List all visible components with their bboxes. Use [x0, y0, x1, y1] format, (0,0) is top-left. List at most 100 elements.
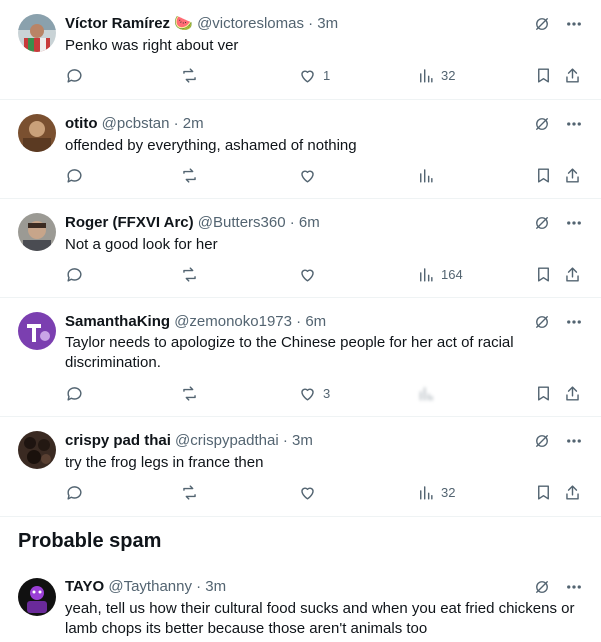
retweet-icon	[183, 168, 196, 183]
author-name[interactable]: Roger (FFXVI Arc)	[65, 214, 194, 231]
like-icon	[301, 269, 314, 282]
bookmark-icon	[538, 267, 549, 282]
reply-button[interactable]	[65, 265, 90, 284]
bookmark-button[interactable]	[534, 483, 553, 502]
like-button[interactable]	[298, 166, 323, 185]
author-name[interactable]: SamanthaKing	[65, 313, 170, 330]
author-handle-time[interactable]: @pcbstan · 2m	[102, 115, 204, 132]
tweet-text: Penko was right about ver	[65, 37, 239, 54]
retweet-icon	[183, 386, 196, 401]
avatar[interactable]	[18, 578, 56, 616]
views-button[interactable]: 32	[416, 483, 455, 502]
author-handle-time[interactable]: @Taythanny · 3m	[108, 578, 226, 595]
retweet-button[interactable]	[180, 66, 205, 85]
avatar[interactable]	[18, 14, 56, 52]
share-icon	[566, 68, 579, 83]
tweet-header: Roger (FFXVI Arc) @Butters360 · 6m	[65, 213, 601, 233]
views-button[interactable]: 164	[416, 265, 463, 284]
share-button[interactable]	[563, 66, 582, 85]
grok-icon[interactable]	[531, 13, 553, 35]
view-count: 32	[441, 68, 456, 83]
retweet-icon	[183, 68, 196, 83]
reply-button[interactable]	[65, 166, 90, 185]
author-name[interactable]: crispy pad thai	[65, 432, 171, 449]
reply-button[interactable]	[65, 384, 90, 403]
tweet-header: TAYO @Taythanny · 3m	[65, 577, 601, 597]
grok-icon[interactable]	[531, 212, 553, 234]
reply-button[interactable]	[65, 483, 90, 502]
share-button[interactable]	[563, 166, 582, 185]
retweet-button[interactable]	[180, 384, 205, 403]
tweet[interactable]: otito @pcbstan · 2m offended by everythi…	[0, 100, 601, 199]
avatar[interactable]	[18, 213, 56, 251]
more-icon[interactable]	[563, 576, 585, 598]
reply-icon	[67, 387, 82, 401]
avatar[interactable]	[18, 114, 56, 152]
bookmark-icon	[538, 168, 549, 183]
tweet-actions: 1 32	[0, 66, 601, 90]
view-count: 32	[441, 485, 456, 500]
share-button[interactable]	[563, 265, 582, 284]
more-icon[interactable]	[563, 113, 585, 135]
like-button[interactable]	[298, 265, 323, 284]
tweet-text: Taylor needs to apologize to the Chinese…	[65, 334, 514, 371]
grok-icon[interactable]	[531, 113, 553, 135]
share-icon	[566, 168, 579, 183]
author-name[interactable]: otito	[65, 115, 97, 132]
bookmark-button[interactable]	[534, 265, 553, 284]
retweet-button[interactable]	[180, 166, 205, 185]
share-button[interactable]	[563, 483, 582, 502]
section-heading: Probable spam	[18, 530, 162, 552]
tweet-text: try the frog legs in france then	[65, 454, 264, 471]
views-icon	[420, 69, 433, 83]
more-icon[interactable]	[563, 311, 585, 333]
author-name[interactable]: TAYO	[65, 578, 104, 595]
bookmark-button[interactable]	[534, 384, 553, 403]
like-button[interactable]: 3	[298, 384, 330, 403]
views-button[interactable]: 32	[416, 66, 455, 85]
bookmark-icon	[538, 68, 549, 83]
avatar[interactable]	[18, 312, 56, 350]
more-icon[interactable]	[563, 212, 585, 234]
tweet-header: crispy pad thai @crispypadthai · 3m	[65, 431, 601, 451]
tweet[interactable]: Roger (FFXVI Arc) @Butters360 · 6m Not a…	[0, 199, 601, 298]
tweet-actions: 164	[0, 265, 601, 289]
tweet-text: offended by everything, ashamed of nothi…	[65, 137, 357, 154]
grok-icon[interactable]	[531, 430, 553, 452]
like-icon	[301, 70, 314, 83]
tweet-actions: 32	[0, 483, 601, 507]
tweet-header: SamanthaKing @zemonoko1973 · 6m	[65, 312, 601, 332]
author-handle-time[interactable]: @zemonoko1973 · 6m	[174, 313, 326, 330]
more-icon[interactable]	[563, 430, 585, 452]
share-icon	[566, 267, 579, 282]
bookmark-button[interactable]	[534, 166, 553, 185]
share-icon	[566, 386, 579, 401]
views-button[interactable]	[416, 166, 441, 185]
reply-icon	[67, 169, 82, 183]
author-name[interactable]: Víctor Ramírez 🍉	[65, 15, 193, 32]
views-button[interactable]	[416, 384, 441, 403]
more-icon[interactable]	[563, 13, 585, 35]
grok-icon[interactable]	[531, 311, 553, 333]
tweet[interactable]: crispy pad thai @crispypadthai · 3m try …	[0, 417, 601, 517]
retweet-button[interactable]	[180, 265, 205, 284]
like-button[interactable]: 1	[298, 66, 330, 85]
views-icon	[420, 268, 433, 282]
author-handle-time[interactable]: @Butters360 · 6m	[198, 214, 320, 231]
bookmark-button[interactable]	[534, 66, 553, 85]
author-handle-time[interactable]: @crispypadthai · 3m	[175, 432, 313, 449]
grok-icon[interactable]	[531, 576, 553, 598]
reply-icon	[67, 486, 82, 500]
reply-button[interactable]	[65, 66, 90, 85]
retweet-button[interactable]	[180, 483, 205, 502]
author-handle-time[interactable]: @victoreslomas · 3m	[197, 15, 338, 32]
tweet[interactable]: SamanthaKing @zemonoko1973 · 6m Taylor n…	[0, 298, 601, 417]
retweet-icon	[183, 267, 196, 282]
tweet-header: Víctor Ramírez 🍉 @victoreslomas · 3m	[65, 14, 601, 34]
like-button[interactable]	[298, 483, 323, 502]
avatar[interactable]	[18, 431, 56, 469]
tweet[interactable]: Víctor Ramírez 🍉 @victoreslomas · 3m Pen…	[0, 0, 601, 100]
share-button[interactable]	[563, 384, 582, 403]
tweet[interactable]: TAYO @Taythanny · 3m yeah, tell us how t…	[0, 566, 601, 642]
bookmark-icon	[538, 386, 549, 401]
